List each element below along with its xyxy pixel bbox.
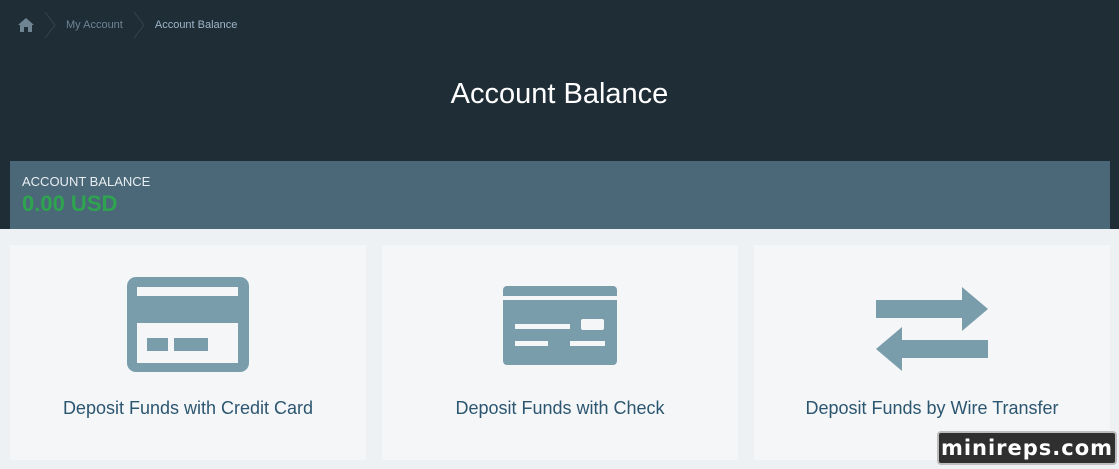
check-icon	[503, 286, 617, 365]
breadcrumb: My Account Account Balance	[18, 12, 238, 38]
breadcrumb-separator-icon	[44, 12, 56, 38]
balance-value: 0.00 USD	[22, 191, 118, 216]
deposit-wire-transfer-option[interactable]: Deposit Funds by Wire Transfer	[754, 245, 1110, 460]
page-title: Account Balance	[450, 78, 669, 110]
breadcrumb-separator-icon	[133, 12, 145, 38]
breadcrumb-my-account[interactable]: My Account	[66, 19, 123, 31]
account-balance-panel: ACCOUNT BALANCE 0.00 USD	[10, 161, 1110, 229]
breadcrumb-current: Account Balance	[154, 19, 238, 31]
card-label: Deposit Funds with Credit Card	[62, 398, 314, 418]
deposit-check-option[interactable]: Deposit Funds with Check	[382, 245, 738, 460]
watermark-logo: minireps.com	[937, 431, 1117, 465]
balance-label: ACCOUNT BALANCE	[22, 174, 151, 189]
hero-header: My Account Account Balance Account Balan…	[0, 0, 1119, 229]
card-label: Deposit Funds by Wire Transfer	[805, 398, 1059, 418]
home-icon[interactable]	[18, 18, 34, 32]
transfer-arrows-icon	[876, 287, 988, 371]
deposit-credit-card-option[interactable]: Deposit Funds with Credit Card	[10, 245, 366, 460]
credit-card-icon	[127, 277, 249, 372]
card-label: Deposit Funds with Check	[455, 398, 665, 418]
